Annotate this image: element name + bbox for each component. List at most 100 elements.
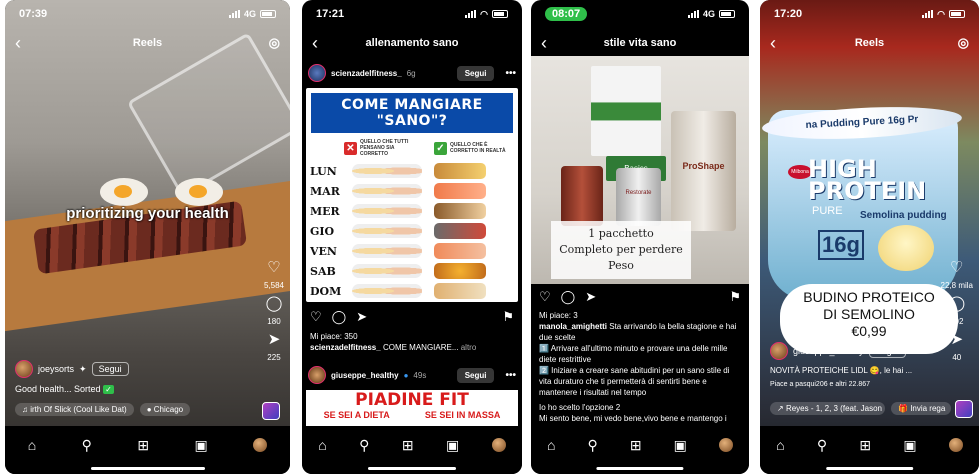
follow-button[interactable]: Segui	[456, 367, 495, 383]
caption-line: 2️⃣ Iniziare a creare sane abitudini per…	[539, 366, 730, 397]
reels-icon[interactable]: ▣	[195, 437, 208, 454]
username[interactable]: scienzadelfitness_	[331, 69, 402, 78]
comment-icon[interactable]: ◯	[561, 289, 576, 305]
post-header: giuseppe_healthy ● 49s Segui •••	[302, 362, 522, 388]
more-icon[interactable]: •••	[499, 68, 516, 79]
save-icon[interactable]: ⚑	[729, 289, 741, 305]
post-caption: manola_amighetti Sta arrivando la bella …	[539, 321, 743, 435]
healthy-food-image	[434, 163, 486, 179]
back-icon[interactable]: ‹	[312, 34, 318, 52]
home-icon[interactable]: ⌂	[776, 437, 784, 453]
profile-avatar[interactable]	[491, 438, 506, 452]
username[interactable]: giuseppe_healthy	[793, 346, 864, 356]
column-right: ✓ QUELLO CHE È CORRETTO IN REALTÀ	[434, 139, 512, 157]
audio-thumbnail[interactable]	[262, 402, 280, 420]
gift-chip[interactable]: 🎁 Invia rega	[891, 402, 951, 415]
username[interactable]: joeysorts	[38, 364, 74, 374]
post-likes[interactable]: Mi piace: 3	[539, 310, 743, 321]
reel-actions: ♡ 5,584 ◯ 180 ➤ 225	[264, 260, 284, 362]
banner-left: SE SEI A DIETA	[323, 410, 390, 420]
avatar[interactable]	[770, 342, 788, 360]
post-actions: ♡ ◯ ➤ ⚑	[302, 306, 522, 328]
home-icon[interactable]: ⌂	[28, 437, 36, 453]
reel-music-row: ♫ irth Of Slick (Cool Like Dat) ● Chicag…	[15, 403, 191, 416]
profile-avatar[interactable]	[718, 438, 733, 452]
like-icon[interactable]: ♡	[950, 260, 963, 275]
back-icon[interactable]: ‹	[770, 34, 776, 52]
photo-caption-line: Peso	[608, 259, 634, 272]
day-label: DOM	[310, 284, 342, 298]
search-icon[interactable]: ⚲	[588, 437, 598, 454]
phone-reel-pudding: na Pudding Pure 16g Pr Milbona HIGH PROTE…	[760, 0, 979, 474]
day-row: GIO	[306, 221, 518, 241]
more-link[interactable]: altro	[461, 343, 477, 352]
more-icon[interactable]: •••	[499, 370, 516, 381]
profile-avatar[interactable]	[948, 438, 963, 452]
product-can-restorate: Restorate	[616, 168, 661, 226]
comment-icon[interactable]: ◯	[266, 296, 283, 311]
post-header: scienzadelfitness_ 6g Segui •••	[302, 60, 522, 86]
location-chip[interactable]: ● Chicago	[139, 403, 191, 416]
comment-icon[interactable]: ◯	[332, 309, 347, 325]
save-icon[interactable]: ⚑	[502, 309, 514, 325]
caption-line: 1️⃣ Arrivare all'ultimo minuto e provare…	[539, 344, 728, 364]
healthy-food-image	[434, 243, 486, 259]
music-chip[interactable]: ♫ irth Of Slick (Cool Like Dat)	[15, 403, 134, 416]
wifi-icon: ◠	[937, 8, 945, 19]
back-icon[interactable]: ‹	[15, 34, 21, 52]
like-count: 5,584	[263, 281, 284, 290]
caption-username[interactable]: scienzadelfitness_	[310, 343, 381, 352]
reel-caption[interactable]: NOVITÀ PROTEICHE LIDL 😋, le hai ...	[770, 366, 912, 375]
post-time: 6g	[406, 68, 416, 78]
fried-egg-image	[175, 178, 223, 206]
share-icon[interactable]: ➤	[585, 289, 596, 305]
profile-avatar[interactable]	[253, 438, 268, 452]
like-icon[interactable]: ♡	[310, 309, 322, 325]
day-label: GIO	[310, 224, 335, 238]
reel-caption[interactable]: Good health... Sorted ✓	[15, 384, 114, 394]
post-likes[interactable]: Mi piace: 350	[310, 331, 516, 342]
like-icon[interactable]: ♡	[539, 289, 551, 305]
search-icon[interactable]: ⚲	[82, 437, 92, 454]
location-label: Chicago	[153, 405, 184, 414]
day-row: LUN	[306, 161, 518, 181]
music-chip[interactable]: ↗ Reyes - 1, 2, 3 (feat. Jason	[770, 402, 885, 415]
home-indicator	[825, 467, 914, 470]
camera-icon[interactable]: ◎	[958, 35, 969, 51]
audio-thumbnail[interactable]	[955, 400, 973, 418]
comment-icon[interactable]: ◯	[948, 296, 965, 311]
avatar[interactable]	[308, 366, 326, 384]
follow-button[interactable]: Segui	[91, 362, 129, 376]
back-icon[interactable]: ‹	[541, 34, 547, 52]
share-icon[interactable]: ➤	[356, 309, 367, 325]
reels-icon[interactable]: ▣	[674, 437, 687, 454]
reels-icon[interactable]: ▣	[446, 437, 459, 454]
like-count: 22,8 mila	[940, 281, 973, 290]
camera-icon[interactable]: ◎	[269, 35, 280, 51]
liked-by[interactable]: Piace a pasqui206 e altri 22.867	[770, 381, 870, 388]
avatar[interactable]	[15, 360, 33, 378]
check-emoji: ✓	[103, 385, 114, 394]
search-icon[interactable]: ⚲	[359, 437, 369, 454]
username[interactable]: giuseppe_healthy	[331, 371, 399, 380]
share-icon[interactable]: ➤	[950, 332, 963, 347]
avatar[interactable]	[308, 64, 326, 82]
signal-icon	[465, 10, 477, 18]
create-icon[interactable]: ⊞	[630, 437, 642, 454]
caption-username[interactable]: manola_amighetti	[539, 322, 607, 331]
home-icon[interactable]: ⌂	[318, 437, 326, 453]
create-icon[interactable]: ⊞	[402, 437, 414, 454]
music-title: irth Of Slick (Cool Like Dat)	[30, 405, 127, 414]
follow-button[interactable]: Segui	[456, 65, 495, 81]
like-icon[interactable]: ♡	[267, 260, 280, 275]
reel-user-row: joeysorts ✦ Segui	[15, 360, 129, 378]
day-row: MER	[306, 201, 518, 221]
share-icon[interactable]: ➤	[268, 332, 281, 347]
follow-button[interactable]: Segui	[868, 344, 906, 358]
home-icon[interactable]: ⌂	[547, 437, 555, 453]
reels-icon[interactable]: ▣	[903, 437, 916, 454]
music-title: Reyes - 1, 2, 3 (feat. Jason	[785, 404, 882, 413]
create-icon[interactable]: ⊞	[137, 437, 149, 454]
search-icon[interactable]: ⚲	[817, 437, 827, 454]
create-icon[interactable]: ⊞	[859, 437, 871, 454]
